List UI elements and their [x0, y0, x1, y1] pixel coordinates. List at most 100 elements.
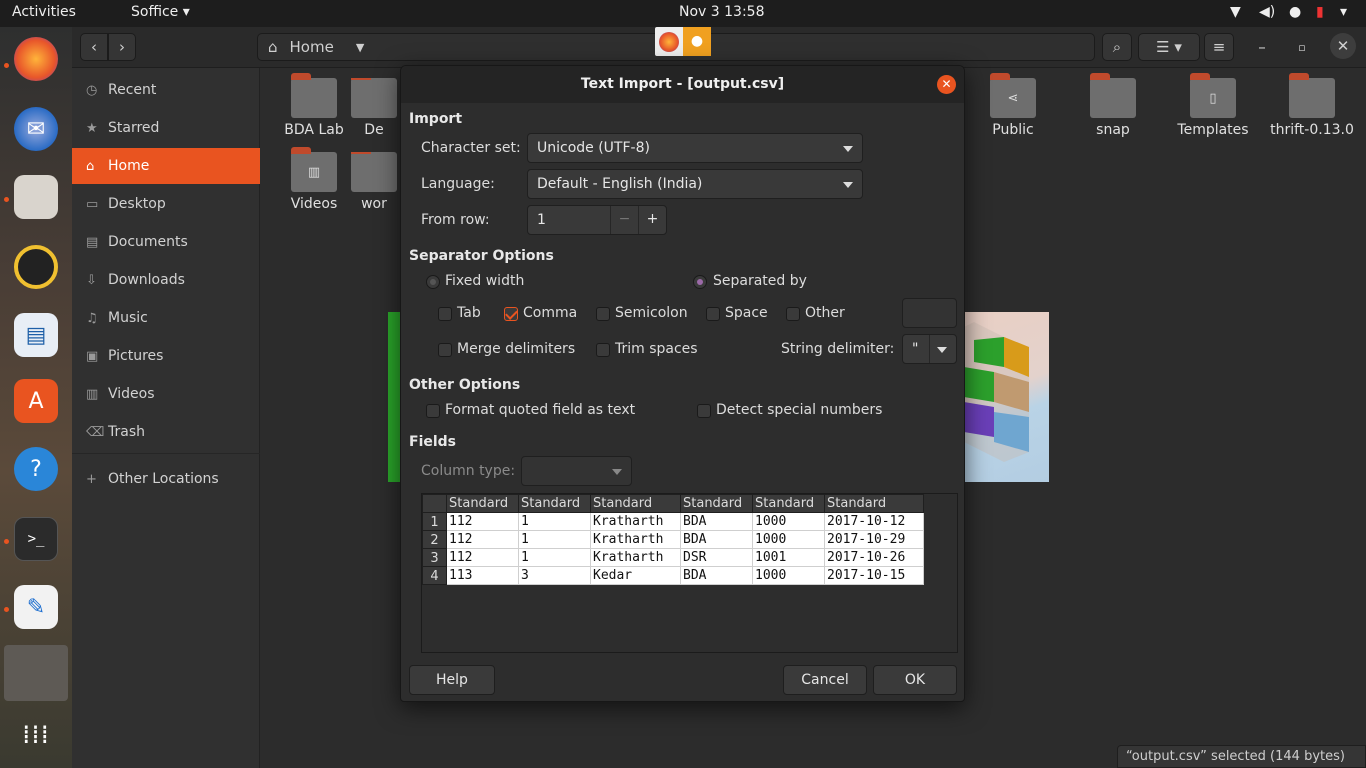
firefox-icon[interactable] [14, 37, 58, 81]
string-delimiter-select[interactable]: " [902, 334, 957, 364]
fixed-width-radio[interactable] [426, 275, 440, 289]
system-menu-icon[interactable]: ▾ [1340, 4, 1347, 20]
column-header[interactable]: Standard [752, 494, 825, 513]
terminal-icon[interactable]: >_ [14, 517, 58, 561]
sidebar-item-desktop[interactable]: ▭ Desktop [72, 186, 260, 222]
table-cell[interactable]: 3 [518, 566, 591, 585]
table-cell[interactable]: 2017-10-26 [824, 548, 924, 567]
text-editor-icon[interactable]: ✎ [14, 585, 58, 629]
folder-item[interactable]: De [349, 78, 399, 138]
column-header[interactable]: Standard [446, 494, 519, 513]
folder-item[interactable]: snap [1063, 73, 1163, 138]
other-checkbox[interactable] [786, 307, 800, 321]
format-quoted-checkbox[interactable] [426, 404, 440, 418]
back-button[interactable]: ‹ [80, 33, 108, 61]
language-select[interactable]: Default - English (India) [527, 169, 863, 199]
table-cell[interactable]: 1 [518, 530, 591, 549]
help-button[interactable]: Help [409, 665, 495, 695]
fromrow-spinbox[interactable]: 1 − + [527, 205, 667, 235]
table-cell[interactable]: Kratharth [590, 548, 681, 567]
column-type-select[interactable] [521, 456, 632, 486]
libreoffice-icon[interactable] [4, 645, 68, 701]
table-cell[interactable]: 1 [518, 512, 591, 531]
sidebar-item-pictures[interactable]: ▣ Pictures [72, 338, 260, 374]
sidebar-item-other-locations[interactable]: + Other Locations [72, 461, 260, 497]
microphone-icon[interactable]: ● [1289, 4, 1301, 20]
folder-item[interactable]: ⋖ Public [963, 73, 1063, 138]
table-cell[interactable]: 1000 [752, 530, 825, 549]
table-cell[interactable]: BDA [680, 512, 753, 531]
close-icon[interactable]: ✕ [1330, 33, 1356, 59]
software-icon[interactable]: A [14, 379, 58, 423]
sidebar-item-music[interactable]: ♫ Music [72, 300, 260, 336]
comma-checkbox[interactable] [504, 307, 518, 321]
table-cell[interactable]: 2017-10-29 [824, 530, 924, 549]
battery-icon[interactable]: ▮ [1316, 4, 1324, 20]
chevron-down-icon[interactable]: ▼ [356, 41, 364, 54]
rhythmbox-icon[interactable] [14, 245, 58, 289]
writer-icon[interactable]: ▤ [14, 313, 58, 357]
sidebar-item-home[interactable]: ⌂ Home [72, 148, 260, 184]
sidebar-item-downloads[interactable]: ⇩ Downloads [72, 262, 260, 298]
table-cell[interactable]: 2017-10-12 [824, 512, 924, 531]
table-cell[interactable]: 1000 [752, 566, 825, 585]
other-separator-input[interactable] [902, 298, 957, 328]
table-cell[interactable]: Kratharth [590, 530, 681, 549]
help-icon[interactable]: ? [14, 447, 58, 491]
folder-item[interactable]: thrift-0.13.0 [1262, 73, 1362, 138]
semicolon-checkbox[interactable] [596, 307, 610, 321]
menu-icon[interactable]: ≡ [1204, 33, 1234, 61]
sidebar-item-videos[interactable]: ▥ Videos [72, 376, 260, 412]
table-cell[interactable]: 113 [446, 566, 519, 585]
trim-spaces-checkbox[interactable] [596, 343, 610, 357]
table-cell[interactable]: 2017-10-15 [824, 566, 924, 585]
table-cell[interactable]: DSR [680, 548, 753, 567]
wifi-icon[interactable]: ▼ [1230, 4, 1241, 20]
search-icon[interactable]: ⌕ [1102, 33, 1132, 61]
sidebar-item-documents[interactable]: ▤ Documents [72, 224, 260, 260]
merge-delimiters-checkbox[interactable] [438, 343, 452, 357]
separated-by-radio[interactable] [693, 275, 707, 289]
table-cell[interactable]: 112 [446, 512, 519, 531]
table-cell[interactable]: Kratharth [590, 512, 681, 531]
table-cell[interactable]: BDA [680, 530, 753, 549]
folder-item[interactable]: wor [349, 152, 399, 212]
space-checkbox[interactable] [706, 307, 720, 321]
table-cell[interactable]: 112 [446, 548, 519, 567]
column-header[interactable]: Standard [518, 494, 591, 513]
cancel-button[interactable]: Cancel [783, 665, 867, 695]
activities-button[interactable]: Activities [12, 4, 76, 20]
show-apps-icon[interactable]: ⁞⁞⁞ [14, 713, 58, 757]
thunderbird-icon[interactable]: ✉ [14, 107, 58, 151]
tab-checkbox[interactable] [438, 307, 452, 321]
minimize-icon[interactable]: – [1248, 33, 1276, 61]
close-icon[interactable]: ✕ [937, 75, 956, 94]
plus-icon[interactable]: + [638, 206, 666, 234]
maximize-icon[interactable]: ▫ [1288, 33, 1316, 61]
table-cell[interactable]: 1001 [752, 548, 825, 567]
ok-button[interactable]: OK [873, 665, 957, 695]
table-cell[interactable]: 1000 [752, 512, 825, 531]
table-cell[interactable]: 112 [446, 530, 519, 549]
view-toggle-button[interactable]: ☰ ▾ [1138, 33, 1200, 61]
forward-button[interactable]: › [108, 33, 136, 61]
volume-icon[interactable]: ◀) [1259, 4, 1275, 20]
sidebar-item-trash[interactable]: ⌫ Trash [72, 414, 260, 450]
sidebar-item-starred[interactable]: ★ Starred [72, 110, 260, 146]
detect-special-checkbox[interactable] [697, 404, 711, 418]
column-header[interactable]: Standard [824, 494, 924, 513]
image-thumbnail[interactable] [964, 312, 1049, 482]
clock[interactable]: Nov 3 13:58 [679, 4, 764, 20]
column-header[interactable]: Standard [680, 494, 753, 513]
table-cell[interactable]: BDA [680, 566, 753, 585]
table-cell[interactable]: 1 [518, 548, 591, 567]
charset-select[interactable]: Unicode (UTF-8) [527, 133, 863, 163]
fromrow-value[interactable]: 1 [537, 212, 546, 228]
app-menu[interactable]: Soffice ▾ [131, 4, 190, 20]
column-header[interactable]: Standard [590, 494, 681, 513]
preview-grid[interactable]: Standard Standard Standard Standard Stan… [421, 493, 958, 653]
minus-icon[interactable]: − [610, 206, 638, 234]
path-home[interactable]: Home [290, 38, 334, 56]
folder-item[interactable]: ▯ Templates [1163, 73, 1263, 138]
table-cell[interactable]: Kedar [590, 566, 681, 585]
